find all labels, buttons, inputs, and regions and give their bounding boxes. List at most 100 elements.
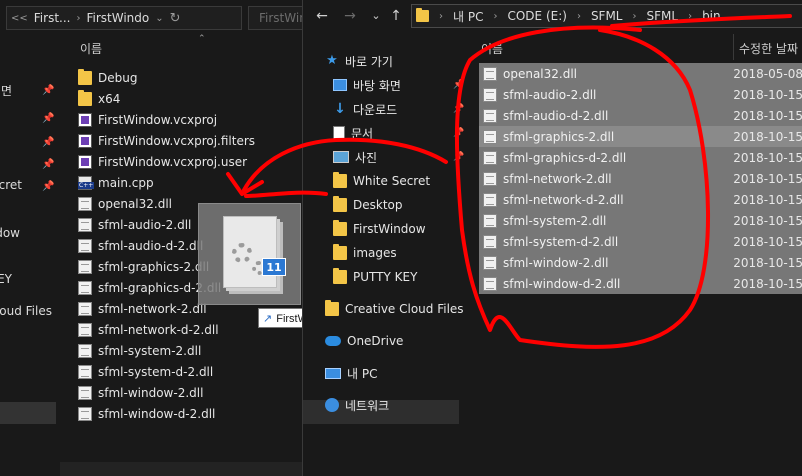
file-list-item[interactable]: sfml-system-d-2.dll xyxy=(78,362,213,382)
back-arrow-icon[interactable]: ← xyxy=(311,6,333,26)
file-list-item[interactable]: sfml-window-d-2.dll xyxy=(78,404,215,424)
address-overflow-icon[interactable]: << xyxy=(11,13,28,24)
nav-item[interactable]: Cloud Files xyxy=(0,304,60,324)
file-list-item[interactable]: sfml-network-d-2.dll xyxy=(78,320,219,340)
breadcrumb-item[interactable]: 내 PC xyxy=(453,8,483,25)
column-header-date[interactable]: 수정한 날짜 xyxy=(739,40,798,57)
nav-item[interactable]: PUTTY KEY xyxy=(333,266,417,288)
address-bar[interactable]: › 내 PC › CODE (E:) › SFML › SFML › bin xyxy=(411,4,802,28)
nav-item[interactable]: images xyxy=(333,242,397,264)
chevron-right-icon[interactable]: › xyxy=(439,11,443,22)
file-name: FirstWindow.vcxproj xyxy=(98,113,218,127)
left-horizontal-scrollbar[interactable] xyxy=(60,462,302,476)
nav-item[interactable]: FirstWindow xyxy=(333,218,426,240)
file-list-item[interactable]: FirstWindow.vcxproj.user xyxy=(78,152,247,172)
file-list-item[interactable]: sfml-window-2.dll xyxy=(78,383,203,403)
forward-arrow-icon[interactable]: → xyxy=(339,6,361,26)
file-list-item[interactable]: sfml-system-2.dll xyxy=(78,341,201,361)
refresh-icon[interactable]: ↻ xyxy=(170,11,181,26)
file-list-item[interactable]: FirstWindow.vcxproj xyxy=(78,110,217,130)
nav-item[interactable]: 문서 📌 xyxy=(333,122,464,144)
file-row[interactable]: sfml-window-d-2.dll 2018-10-15 xyxy=(479,273,802,294)
nav-item[interactable]: White Secret xyxy=(333,170,430,192)
breadcrumb-item[interactable]: SFML xyxy=(591,9,623,23)
file-row[interactable]: sfml-graphics-d-2.dll 2018-10-15 xyxy=(479,147,802,168)
nav-item[interactable]: ↓ 다운로드 📌 xyxy=(333,98,464,120)
file-list-item[interactable]: main.cpp xyxy=(78,173,154,193)
folder-icon xyxy=(333,172,347,188)
chevron-right-icon: › xyxy=(76,12,81,24)
file-row[interactable]: sfml-window-2.dll 2018-10-15 xyxy=(479,252,802,273)
file-row[interactable]: sfml-system-2.dll 2018-10-15 xyxy=(479,210,802,231)
file-row[interactable]: sfml-network-d-2.dll 2018-10-15 xyxy=(479,189,802,210)
pin-icon[interactable]: 📌 xyxy=(42,181,54,193)
file-name-cell: sfml-audio-2.dll xyxy=(479,87,731,102)
up-arrow-icon[interactable]: ↑ xyxy=(385,6,407,26)
chevron-right-icon[interactable]: › xyxy=(493,11,497,22)
file-list-item[interactable]: sfml-network-2.dll xyxy=(78,299,207,319)
nav-item[interactable]: KEY xyxy=(0,272,60,292)
file-list-item[interactable]: openal32.dll xyxy=(78,194,172,214)
folder-icon xyxy=(333,196,347,212)
nav-item[interactable]: ★ 바로 가기 xyxy=(325,50,393,72)
nav-item[interactable]: Window xyxy=(0,226,60,246)
file-row[interactable]: sfml-graphics-2.dll 2018-10-15 xyxy=(479,126,802,147)
file-list-item[interactable]: sfml-audio-d-2.dll xyxy=(78,236,203,256)
file-row[interactable]: sfml-audio-d-2.dll 2018-10-15 xyxy=(479,105,802,126)
column-divider[interactable] xyxy=(733,34,734,60)
nav-item[interactable]: 📌 xyxy=(0,134,60,154)
folder-icon xyxy=(333,268,347,284)
file-list-item[interactable]: sfml-audio-2.dll xyxy=(78,215,191,235)
file-row[interactable]: sfml-system-d-2.dll 2018-10-15 xyxy=(479,231,802,252)
dll-file-icon xyxy=(483,108,497,123)
nav-item[interactable]: 내 PC xyxy=(325,362,377,384)
breadcrumb-item[interactable]: FirstWindo xyxy=(86,11,149,25)
file-list-item[interactable]: Debug xyxy=(78,68,137,88)
file-row[interactable]: sfml-network-2.dll 2018-10-15 xyxy=(479,168,802,189)
dll-file-icon xyxy=(78,302,92,316)
file-row[interactable]: openal32.dll 2018-05-08 xyxy=(479,63,802,84)
breadcrumb-item[interactable]: CODE (E:) xyxy=(507,9,566,23)
pin-icon[interactable]: 📌 xyxy=(42,159,54,171)
nav-item[interactable]: Desktop xyxy=(333,194,403,216)
breadcrumb-item[interactable]: First... xyxy=(34,11,71,25)
recent-locations-chevron-icon[interactable]: ⌄ xyxy=(365,6,387,26)
nav-item[interactable]: 사진 📌 xyxy=(333,146,464,168)
breadcrumb-item[interactable]: bin xyxy=(702,9,721,23)
pin-icon[interactable]: 📌 xyxy=(42,85,54,97)
breadcrumb-item[interactable]: SFML xyxy=(647,9,679,23)
file-name: sfml-system-2.dll xyxy=(503,213,607,228)
pin-icon[interactable]: 📌 xyxy=(42,137,54,149)
file-name: sfml-audio-2.dll xyxy=(503,87,597,102)
nav-item[interactable]: 📌 xyxy=(0,156,60,176)
chevron-right-icon[interactable]: › xyxy=(633,11,637,22)
chevron-down-icon[interactable]: ⌄ xyxy=(155,13,163,24)
column-header-name[interactable]: 이름 xyxy=(481,40,503,57)
pin-icon[interactable]: 📌 xyxy=(42,113,54,125)
nav-item[interactable]: Secret📌 xyxy=(0,178,60,198)
chevron-right-icon[interactable]: › xyxy=(688,11,692,22)
file-name: sfml-window-2.dll xyxy=(503,255,609,270)
column-header-name[interactable]: 이름 xyxy=(80,40,102,57)
chevron-right-icon[interactable]: › xyxy=(577,11,581,22)
nav-item[interactable]: 📌 xyxy=(0,110,60,130)
file-name: sfml-system-d-2.dll xyxy=(503,234,619,249)
file-list-item[interactable]: FirstWindow.vcxproj.filters xyxy=(78,131,255,151)
nav-item[interactable]: Creative Cloud Files xyxy=(325,298,464,320)
file-name: FirstWindow.vcxproj.user xyxy=(98,155,248,169)
nav-item[interactable]: OneDrive xyxy=(325,330,403,352)
file-name-cell: openal32.dll xyxy=(479,66,731,81)
nav-item[interactable]: 면 📌 xyxy=(0,82,60,102)
file-name: sfml-graphics-2.dll xyxy=(503,129,615,144)
left-address-bar[interactable]: << First... › FirstWindo ⌄ ↻ xyxy=(6,6,242,30)
file-list-item[interactable]: sfml-graphics-2.dll xyxy=(78,257,209,277)
nav-item[interactable]: 네트워크 xyxy=(325,394,389,416)
nav-item[interactable]: 바탕 화면 📌 xyxy=(333,74,464,96)
file-date: 2018-10-15 xyxy=(733,255,802,270)
file-name-cell: sfml-system-2.dll xyxy=(479,213,731,228)
left-search-input[interactable]: FirstWin xyxy=(248,6,308,30)
file-row[interactable]: sfml-audio-2.dll 2018-10-15 xyxy=(479,84,802,105)
file-list-item[interactable]: x64 xyxy=(78,89,120,109)
file-name: openal32.dll xyxy=(98,197,173,211)
dll-file-icon xyxy=(78,386,92,400)
